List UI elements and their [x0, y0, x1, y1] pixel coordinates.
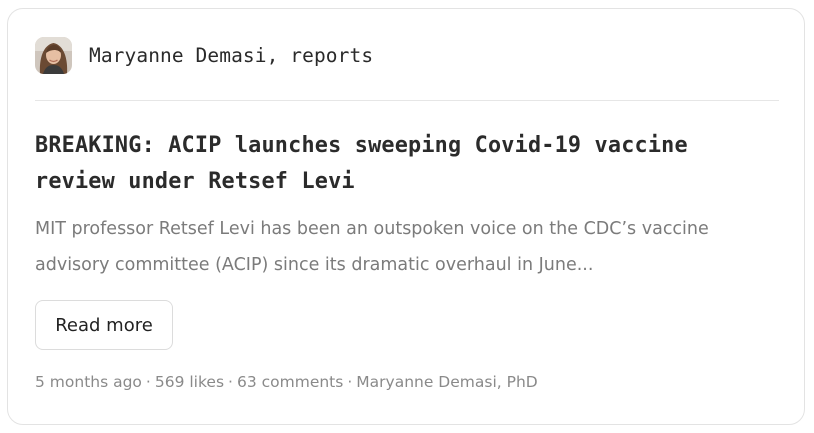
- like-count[interactable]: 569 likes: [155, 373, 224, 391]
- post-meta: 5 months ago · 569 likes · 63 comments · Marya…: [35, 373, 538, 391]
- post-title[interactable]: BREAKING: ACIP launches sweeping Covid-1…: [35, 128, 779, 200]
- post-card[interactable]: Maryanne Demasi, reports BREAKING: ACIP …: [7, 8, 805, 425]
- author-portrait-icon: [35, 36, 72, 74]
- meta-separator: ·: [228, 373, 233, 391]
- meta-separator: ·: [145, 373, 151, 391]
- author-avatar[interactable]: [35, 36, 72, 74]
- post-excerpt: MIT professor Retsef Levi has been an ou…: [35, 219, 709, 275]
- publication-name[interactable]: Maryanne Demasi, reports: [89, 44, 373, 67]
- header-divider: [35, 100, 779, 101]
- post-header: Maryanne Demasi, reports: [35, 36, 373, 74]
- meta-separator: ·: [347, 373, 353, 391]
- author-byline[interactable]: Maryanne Demasi, PhD: [356, 373, 537, 391]
- post-age: 5 months ago: [35, 373, 142, 391]
- read-more-button[interactable]: Read more: [35, 300, 173, 350]
- comment-count[interactable]: 63 comments: [237, 373, 343, 391]
